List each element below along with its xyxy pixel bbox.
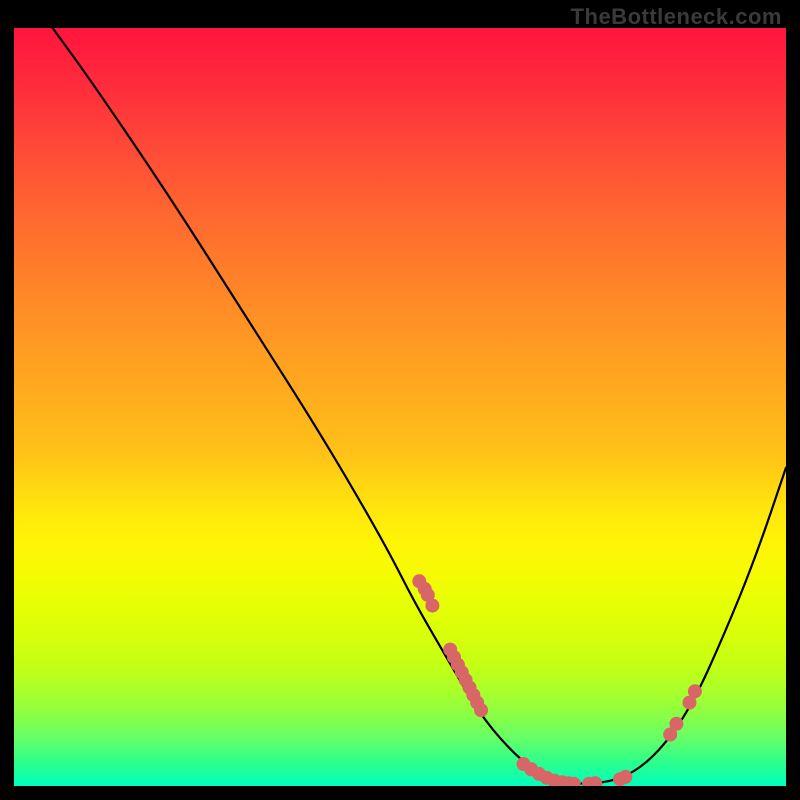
bottleneck-curve	[53, 28, 786, 784]
data-point	[425, 599, 439, 613]
data-point	[669, 717, 683, 731]
plot-area	[14, 28, 786, 786]
data-point	[618, 770, 632, 784]
chart-svg	[14, 28, 786, 786]
data-point	[474, 703, 488, 717]
data-point	[688, 684, 702, 698]
watermark-text: TheBottleneck.com	[571, 4, 782, 30]
scatter-points	[412, 574, 702, 786]
